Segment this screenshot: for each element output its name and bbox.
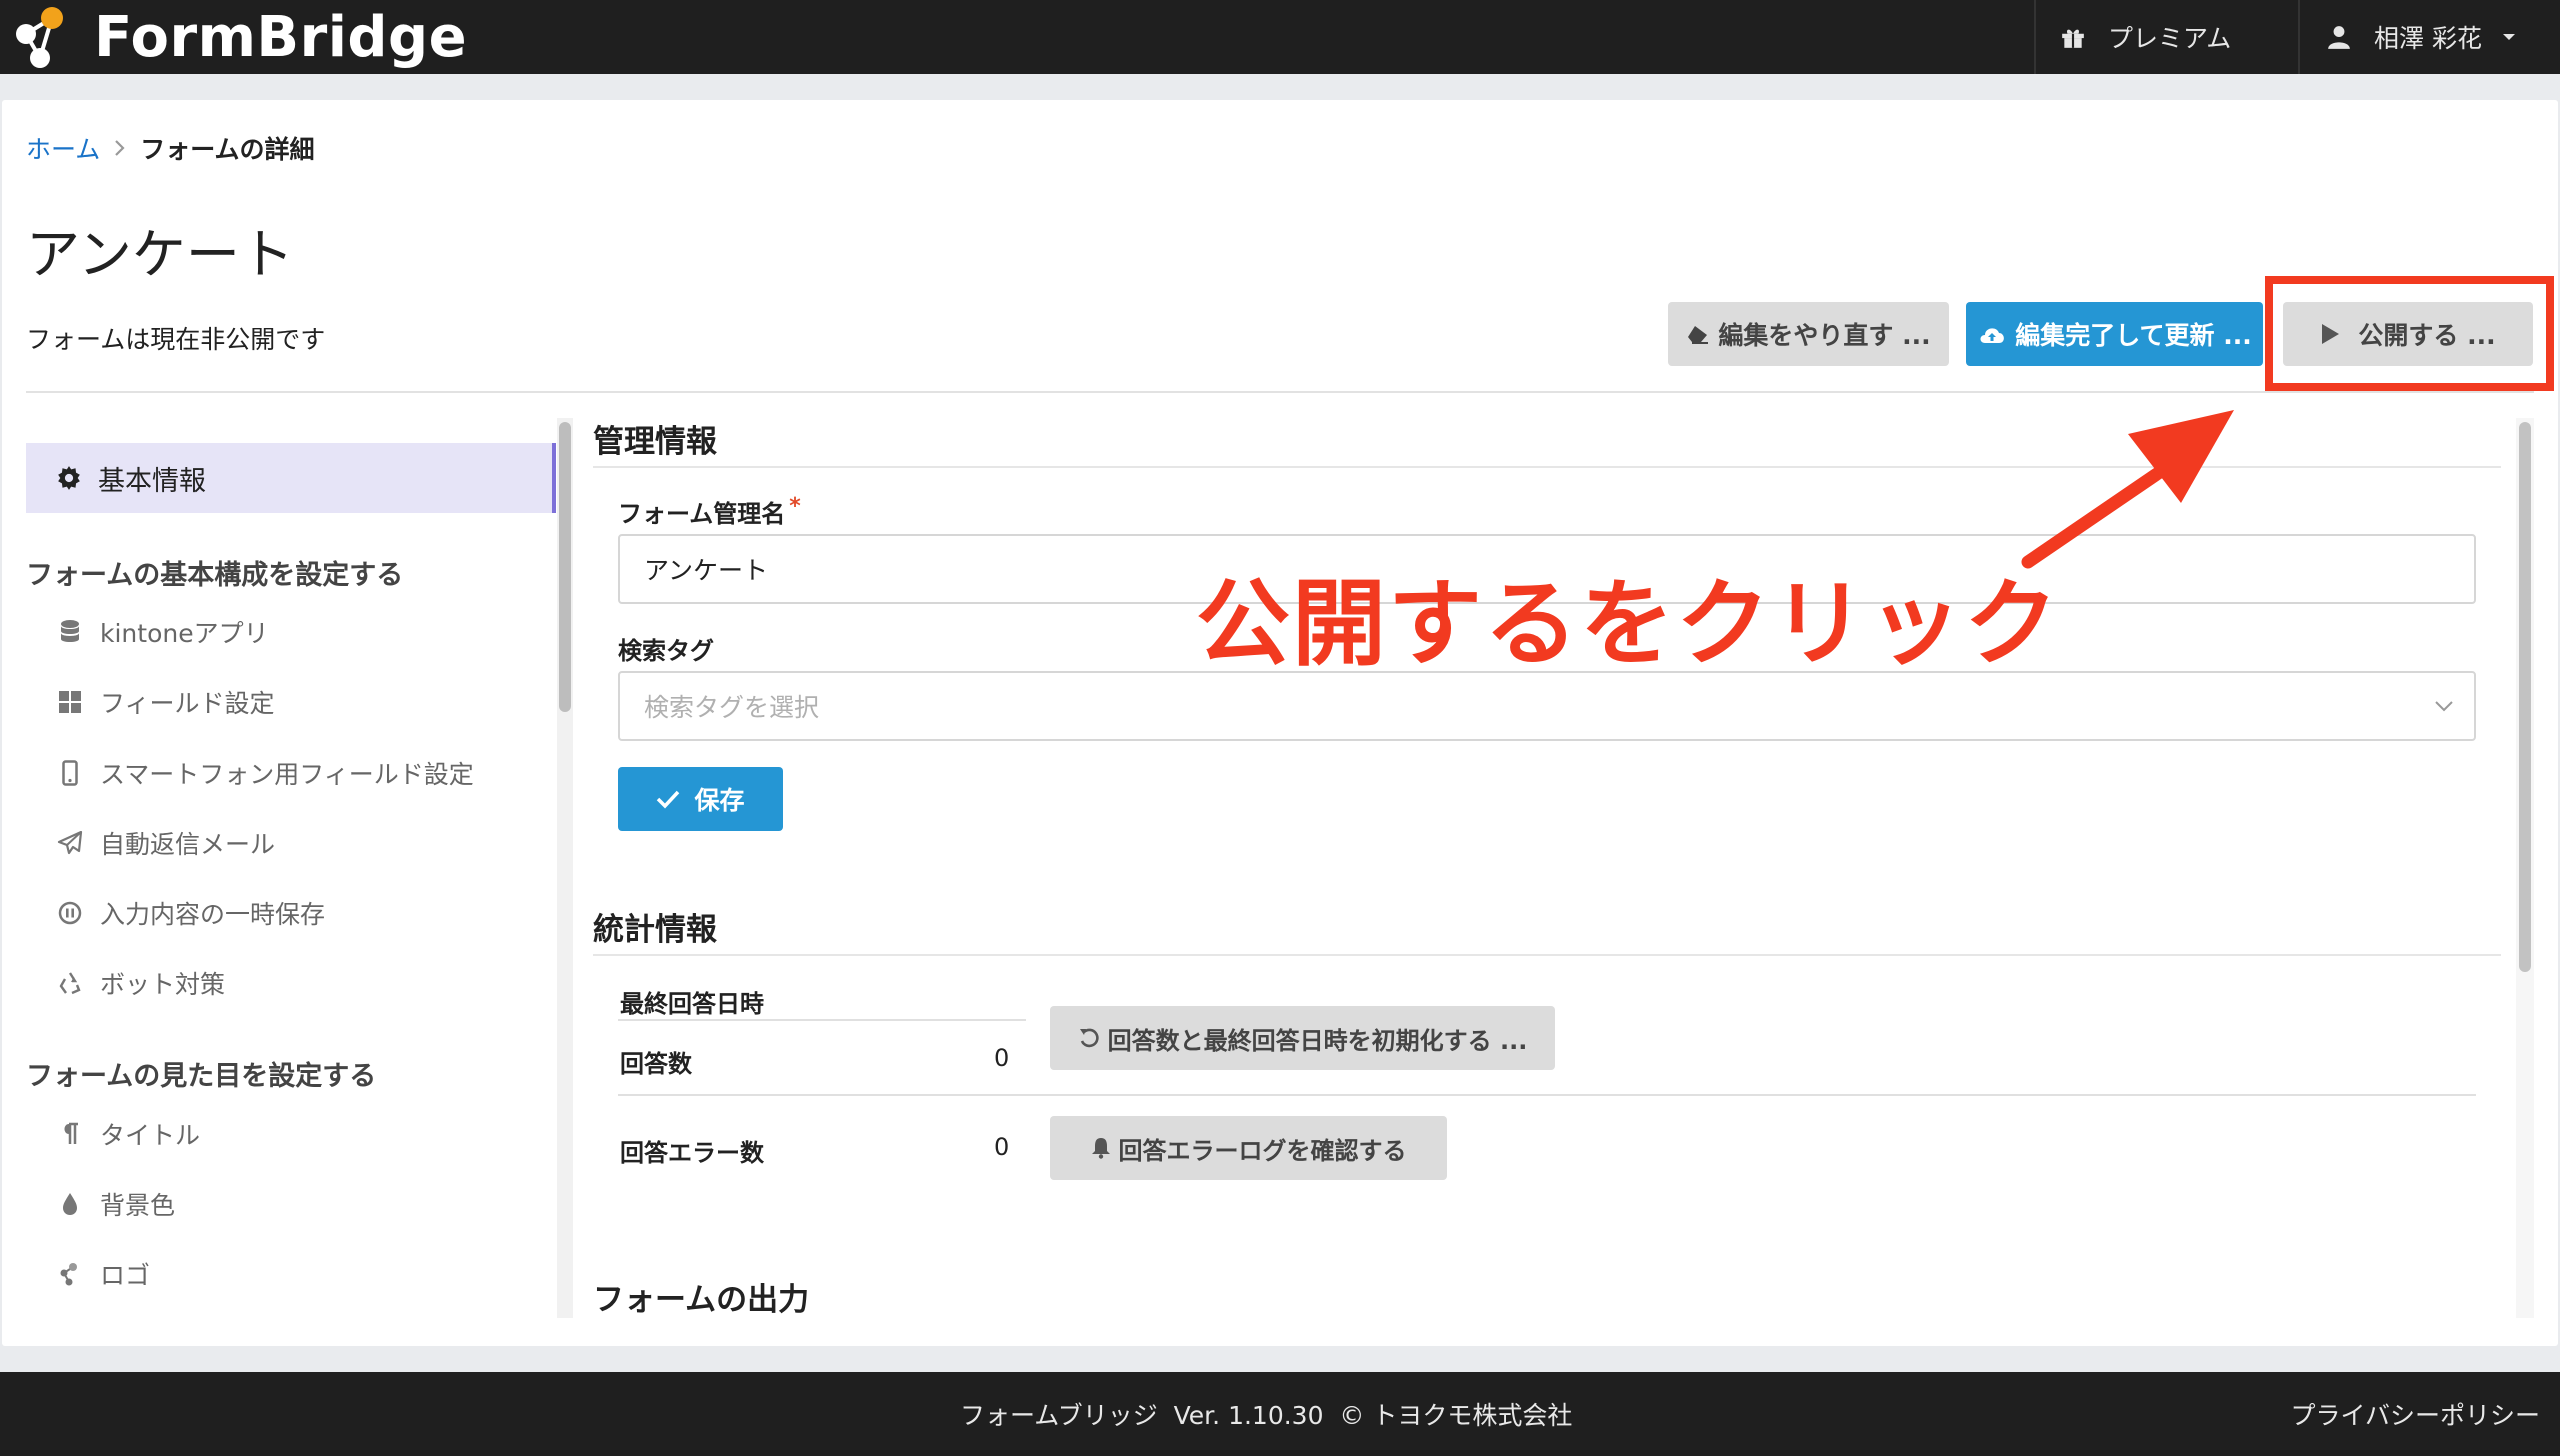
database-icon [56,619,84,645]
formbridge-logo-icon [12,4,84,70]
answer-count-label: 回答数 [620,1050,692,1078]
nav-divider [2034,0,2036,74]
sidebar-item-label: ボット対策 [100,970,226,999]
paper-plane-icon [56,831,84,855]
bell-icon [1091,1137,1111,1159]
annotation-text: 公開するをクリック [1196,570,2061,679]
recycle-icon [56,971,84,995]
sidebar-item-label: 背景色 [100,1191,176,1220]
last-answer-label: 最終回答日時 [620,990,764,1018]
paragraph-icon [56,1122,84,1146]
form-name-label-text: フォーム管理名 [618,500,786,528]
required-mark: * [789,494,801,519]
save-label: 保存 [694,786,745,815]
sidebar-item-label: 基本情報 [98,465,206,497]
sidebar-item-temporary-save[interactable]: 入力内容の一時保存 [56,895,325,931]
droplet-icon [56,1192,84,1216]
grid-icon [56,690,84,714]
user-icon [2326,24,2352,50]
reset-answer-count-label: 回答数と最終回答日時を初期化する ... [1107,1026,1528,1055]
form-name-label: フォーム管理名 * [618,494,801,529]
section-divider [593,466,2501,468]
view-error-log-label: 回答エラーログを確認する [1118,1136,1407,1165]
sidebar-item-smartphone-fields[interactable]: スマートフォン用フィールド設定 [56,755,474,791]
header-divider [26,391,2534,393]
chevron-right-icon [114,139,126,157]
sidebar-item-field-settings[interactable]: フィールド設定 [56,684,275,720]
complete-and-update-label: 編集完了して更新 ... [2015,321,2252,350]
smartphone-icon [56,760,84,786]
sidebar-item-label: スマートフォン用フィールド設定 [100,760,474,789]
sidebar-item-title[interactable]: タイトル [56,1116,200,1152]
footer: フォームブリッジ Ver. 1.10.30 © トヨクモ株式会社 プライバシーポ… [0,1372,2560,1456]
sidebar-group-heading-structure: フォームの基本構成を設定する [26,560,404,591]
sidebar-item-label: タイトル [100,1121,201,1150]
error-count-label: 回答エラー数 [620,1139,764,1167]
section-title-management: 管理情報 [593,424,717,460]
publish-status-text: フォームは現在非公開です [26,325,326,354]
caret-down-icon [2502,32,2516,42]
cloud-upload-icon [1977,323,2007,345]
user-menu[interactable]: 相澤 彩花 [2326,0,2516,74]
sidebar-item-label: 自動返信メール [100,830,276,859]
sidebar-item-label: kintoneアプリ [100,619,269,648]
nav-divider [2298,0,2300,74]
sidebar-item-label: ロゴ [100,1261,151,1290]
privacy-policy-link[interactable]: プライバシーポリシー [2290,1372,2540,1456]
sidebar-item-background-color[interactable]: 背景色 [56,1186,175,1222]
app-logo[interactable]: FormBridge [12,2,467,72]
sidebar-scrollbar-thumb[interactable] [559,422,571,712]
chevron-down-icon [2434,700,2454,712]
redo-edit-label: 編集をやり直す ... [1718,321,1931,350]
top-navbar: FormBridge プレミアム 相澤 彩花 [0,0,2560,74]
user-name: 相澤 彩花 [2374,24,2482,53]
footer-version: フォームブリッジ Ver. 1.10.30 © トヨクモ株式会社 [960,1401,1573,1430]
gear-icon [56,465,82,491]
save-button[interactable]: 保存 [618,767,783,831]
premium-label: プレミアム [2108,24,2232,53]
sidebar-item-kintone-app[interactable]: kintoneアプリ [56,614,269,650]
stat-divider [618,1094,2476,1096]
section-title-output: フォームの出力 [593,1282,810,1318]
section-title-statistics: 統計情報 [593,912,717,948]
section-divider [593,954,2501,956]
view-error-log-button[interactable]: 回答エラーログを確認する [1050,1116,1447,1180]
search-tag-label: 検索タグ [618,637,714,665]
sidebar-group-heading-appearance: フォームの見た目を設定する [26,1061,377,1092]
app-name: FormBridge [94,4,468,70]
eraser-icon [1686,323,1710,345]
breadcrumb: ホーム フォームの詳細 [26,130,315,166]
pause-circle-icon [56,901,84,925]
breadcrumb-home-link[interactable]: ホーム [26,130,100,166]
answer-count-value: 0 [994,1044,1010,1072]
logo-mark-icon [56,1262,84,1286]
sidebar-item-label: フィールド設定 [100,689,275,718]
check-icon [656,789,680,809]
error-count-value: 0 [994,1133,1010,1161]
annotation-highlight-box [2265,276,2554,391]
stat-divider [618,1019,1026,1021]
search-tag-placeholder: 検索タグを選択 [644,693,820,722]
sidebar-item-label: 入力内容の一時保存 [100,900,326,929]
premium-link[interactable]: プレミアム [2060,0,2231,74]
reset-answer-count-button[interactable]: 回答数と最終回答日時を初期化する ... [1050,1006,1555,1070]
sidebar-item-bot-protection[interactable]: ボット対策 [56,965,225,1001]
breadcrumb-current: フォームの詳細 [140,135,315,164]
sidebar-item-basic-info[interactable]: 基本情報 [26,443,556,513]
undo-icon [1078,1027,1100,1049]
content-scrollbar-thumb[interactable] [2519,422,2531,972]
page-title: アンケート [26,223,294,286]
sidebar-item-logo[interactable]: ロゴ [56,1256,150,1292]
sidebar-item-auto-reply-mail[interactable]: 自動返信メール [56,825,275,861]
gift-icon [2060,24,2086,50]
form-name-value: アンケート [644,556,769,585]
redo-edit-button[interactable]: 編集をやり直す ... [1668,302,1949,366]
complete-and-update-button[interactable]: 編集完了して更新 ... [1966,302,2263,366]
